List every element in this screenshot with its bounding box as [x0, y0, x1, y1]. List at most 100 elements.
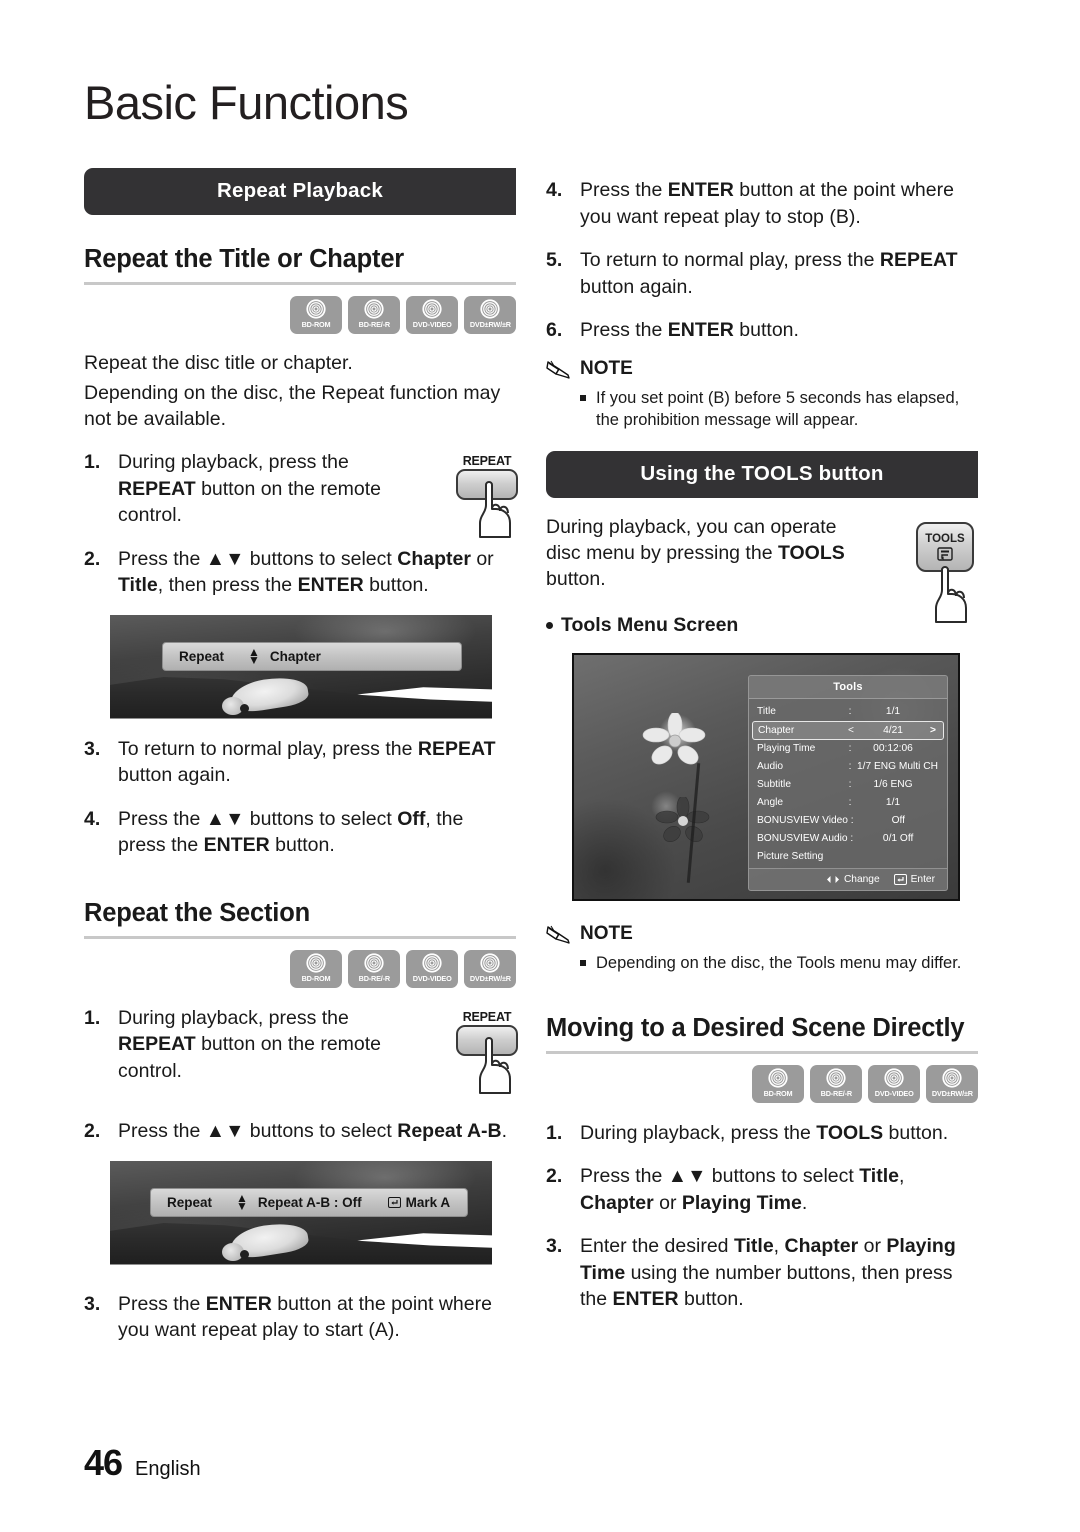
- disc-glyph-icon: [422, 952, 442, 973]
- osd-screenshot-repeat-ab: Repeat ▲ ▼ Repeat A-B : Off Mark A: [110, 1160, 492, 1265]
- up-down-arrows-icon: ▲ ▼: [236, 1190, 248, 1213]
- disc-glyph-icon: [306, 952, 326, 973]
- bullet-icon: [546, 621, 553, 629]
- disc-badge: DVD±RW/±R: [464, 949, 516, 988]
- step-text: During playback, press the REPEAT button…: [118, 1006, 382, 1082]
- disc-glyph-icon: [826, 1067, 846, 1088]
- tools-menu-footer: Change Enter: [749, 867, 947, 890]
- continued-steps: 4. Press the ENTER button at the point wh…: [546, 177, 978, 344]
- heading-repeat-title-or-chapter: Repeat the Title or Chapter: [84, 245, 405, 273]
- note-bullet-icon: [580, 952, 596, 974]
- step-number: 6.: [546, 319, 563, 341]
- disc-glyph-icon: [364, 952, 384, 973]
- heading-moving-to-scene: Moving to a Desired Scene Directly: [546, 1013, 965, 1042]
- tools-menu-row[interactable]: BONUSVIEW Video : Off: [749, 812, 947, 830]
- osd-repeat-bar[interactable]: Repeat ▲ ▼ Chapter: [162, 641, 462, 671]
- disc-label: BD-ROM: [301, 973, 331, 983]
- disc-label: BD-RE/-R: [820, 1088, 852, 1098]
- step-item: 2. Press the ▲▼ buttons to select Chapter…: [84, 546, 516, 599]
- disc-label: DVD-VIDEO: [412, 320, 452, 329]
- step-number: 3.: [84, 1292, 101, 1315]
- tools-intro-container: During playback, you can operate disc me…: [546, 514, 978, 623]
- tools-row-key: BONUSVIEW Video :: [757, 815, 854, 826]
- step-number: 3.: [84, 737, 101, 760]
- step-text: To return to normal play, press the REPE…: [580, 249, 958, 298]
- tools-row-right-arrow[interactable]: >: [928, 724, 938, 737]
- enter-key-icon: [387, 1196, 401, 1208]
- step-item: 4. Press the ▲▼ buttons to select Off, th…: [84, 806, 516, 859]
- page-title: Basic Functions: [84, 76, 409, 129]
- section-banner-using-tools: Using the TOOLS button: [546, 450, 978, 498]
- osd-repeat-ab-bar[interactable]: Repeat ▲ ▼ Repeat A-B : Off Mark A: [150, 1187, 468, 1217]
- tools-menu-row[interactable]: Picture Setting: [749, 848, 947, 866]
- enter-key-icon: [893, 873, 907, 885]
- step-text: Press the ENTER button at the point wher…: [118, 1292, 492, 1342]
- osd-screenshot-repeat-chapter: Repeat ▲ ▼ Chapter: [110, 614, 492, 719]
- disc-badge: BD-ROM: [752, 1064, 804, 1103]
- tools-menu-row[interactable]: Angle: 1/1: [749, 794, 947, 812]
- disc-glyph-icon: [306, 299, 326, 319]
- pencil-icon: [546, 925, 570, 944]
- step-text: Press the ENTER button at the point wher…: [580, 179, 954, 228]
- step-item: 2. Press the ▲▼ buttons to select Repeat …: [84, 1118, 516, 1145]
- note-list-item: Depending on the disc, the Tools menu ma…: [580, 952, 978, 974]
- note-text: Depending on the disc, the Tools menu ma…: [596, 953, 962, 972]
- tools-row-key: BONUSVIEW Audio :: [757, 833, 854, 844]
- disc-badge: BD-RE/-R: [810, 1064, 862, 1103]
- remote-key-repeat-2: REPEAT: [450, 1009, 524, 1094]
- up-down-arrows-icon: ▲ ▼: [248, 644, 260, 667]
- disc-label: DVD±RW/±R: [469, 320, 511, 329]
- intro-text-1: Repeat the disc title or chapter.: [84, 352, 353, 374]
- tools-menu-row[interactable]: BONUSVIEW Audio : 0/1 Off: [749, 830, 947, 848]
- tools-menu-row[interactable]: Subtitle: 1/6 ENG: [749, 776, 947, 794]
- disc-label: DVD-VIDEO: [412, 973, 452, 983]
- osd-repeat-ab-value: Repeat A-B : Off: [257, 1194, 362, 1210]
- step-number: 5.: [546, 249, 563, 271]
- tools-row-separator: <: [848, 724, 854, 736]
- step-text: Enter the desired Title, Chapter or Play…: [580, 1235, 956, 1310]
- tools-row-value: 1/6 ENG: [873, 779, 913, 790]
- tools-row-separator: :: [848, 779, 852, 790]
- disc-badge: BD-RE/-R: [348, 949, 400, 988]
- subheading-tools-menu-screen: Tools Menu Screen: [546, 614, 978, 637]
- tools-row-separator: :: [848, 797, 852, 808]
- heading-repeat-the-section: Repeat the Section: [84, 898, 310, 927]
- disc-support-row-2: BD-ROM BD-RE/-R DVD-VIDEO DVD±RW/±R: [84, 949, 516, 988]
- tools-menu-row[interactable]: Audio:1/7 ENG Multi CH: [749, 758, 947, 776]
- disc-glyph-icon: [884, 1067, 904, 1088]
- step-item: 1. During playback, press the TOOLS butto…: [546, 1120, 978, 1147]
- subheading-text: Tools Menu Screen: [561, 613, 739, 636]
- change-hint: Change: [826, 874, 880, 885]
- osd-photo-center: [240, 703, 249, 713]
- tools-row-value: 0/1 Off: [882, 833, 914, 844]
- tools-row-value: 4/21: [883, 724, 903, 736]
- tools-menu-screenshot: Tools Title: 1/1 Chapter <4/21 > Playing Time…: [572, 652, 960, 901]
- tools-row-key: Angle: [757, 797, 784, 808]
- step-1-container-2: 1. During playback, press the REPEAT butt…: [84, 1005, 518, 1094]
- page-footer: 46 English: [84, 1442, 201, 1484]
- disc-glyph-icon: [422, 299, 442, 319]
- tools-menu-row[interactable]: Playing Time: 00:12:06: [749, 740, 947, 758]
- disc-badge: DVD-VIDEO: [406, 949, 458, 988]
- tools-row-value: Off: [891, 815, 906, 826]
- disc-label: BD-RE/-R: [358, 320, 390, 329]
- pencil-icon: [546, 360, 570, 379]
- scene-steps: 1. During playback, press the TOOLS butto…: [546, 1120, 978, 1313]
- tools-menu-title: Tools: [749, 675, 947, 699]
- tools-menu-row[interactable]: Title: 1/1: [749, 703, 947, 721]
- right-column: 4. Press the ENTER button at the point wh…: [546, 168, 978, 1313]
- step-number: 1.: [546, 1121, 563, 1144]
- step-item: 3. To return to normal play, press the RE…: [84, 736, 516, 789]
- disc-glyph-icon: [364, 299, 384, 319]
- tools-menu-row[interactable]: Chapter <4/21 >: [752, 720, 944, 740]
- step-item: 6. Press the ENTER button.: [546, 317, 978, 344]
- remote-key-label: REPEAT: [462, 1009, 512, 1024]
- step-text: Press the ENTER button.: [580, 319, 799, 341]
- disc-glyph-icon: [942, 1067, 962, 1088]
- left-right-arrows-icon: [826, 875, 839, 883]
- tools-row-value: 1/1: [885, 706, 901, 717]
- section-banner-repeat-playback: Repeat Playback: [84, 168, 516, 215]
- flower-graphic-secondary: [655, 796, 710, 842]
- disc-label: BD-ROM: [301, 320, 331, 329]
- osd-mark-a-action[interactable]: Mark A: [387, 1195, 450, 1210]
